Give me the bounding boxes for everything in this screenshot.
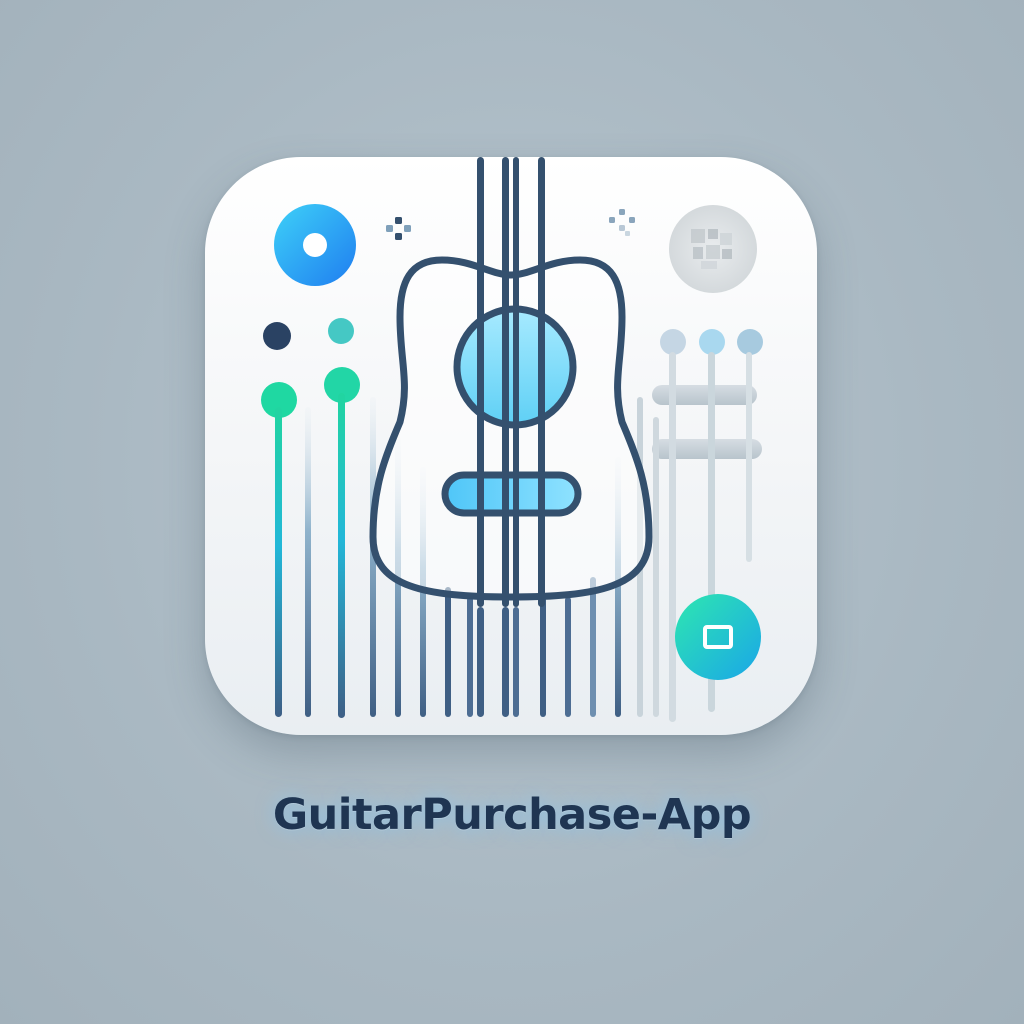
qr-code-icon xyxy=(669,205,757,293)
sparkle-icon xyxy=(386,217,411,240)
app-title: GuitarPurchase-App xyxy=(272,790,752,840)
app-icon-artwork xyxy=(261,157,763,722)
square-button-icon xyxy=(675,594,761,680)
app-icon-tile xyxy=(205,157,817,735)
acoustic-guitar-icon xyxy=(369,157,653,717)
indicator-dots xyxy=(263,318,354,350)
record-disc-icon xyxy=(274,204,356,286)
sparkle-icon xyxy=(609,209,635,236)
logo-stage: GuitarPurchase-App xyxy=(0,0,1024,1024)
